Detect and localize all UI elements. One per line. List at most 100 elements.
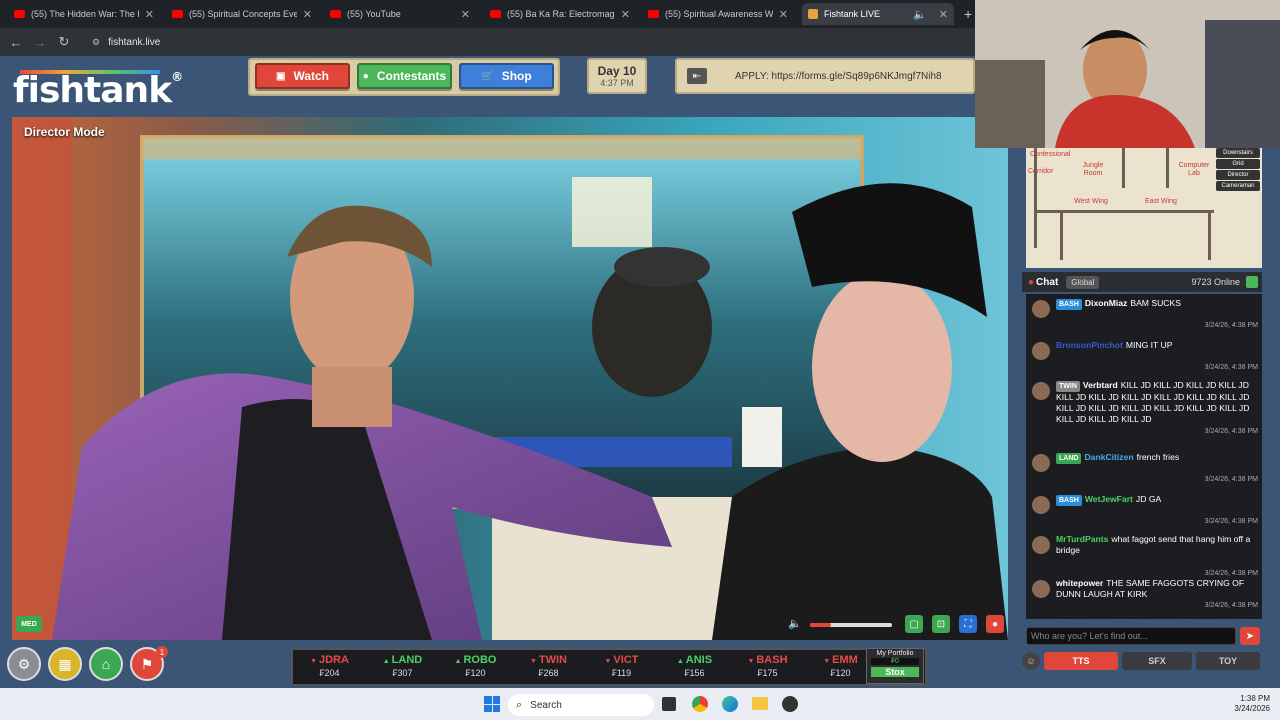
quality-badge[interactable]: MED: [16, 616, 42, 632]
close-tab-icon[interactable]: ✕: [303, 8, 312, 21]
map-cameraman-button[interactable]: Cameraman: [1216, 181, 1260, 191]
apply-banner[interactable]: ⇤ APPLY: https://forms.gle/Sq89p6NKJmgf7…: [675, 58, 975, 94]
reload-icon[interactable]: ↻: [52, 34, 76, 50]
chat-footer: ☺ TTS SFX TOY: [1022, 650, 1262, 672]
stock-ticker[interactable]: ▼ JDRA ₣204 ▲ LAND ₣307 ▲ ROBO ₣120 ▼ TWIN ₣268…: [291, 648, 927, 686]
notification-count-badge: 1: [156, 646, 168, 658]
close-tab-icon[interactable]: ✕: [779, 8, 788, 21]
chat-username[interactable]: MrTurdPants: [1056, 534, 1108, 544]
file-explorer-icon[interactable]: [752, 697, 768, 710]
browser-tab[interactable]: (55) YouTube ✕: [324, 3, 476, 25]
map-room[interactable]: East Wing: [1136, 198, 1186, 206]
close-tab-icon[interactable]: ✕: [145, 8, 154, 21]
back-arrow-icon[interactable]: ←: [4, 35, 28, 50]
stock-price: 204: [324, 668, 340, 678]
chat-text: MING IT UP: [1125, 340, 1173, 350]
webcam-frame: [975, 0, 1280, 148]
browser-tab[interactable]: (55) Spiritual Awareness Will Re✕: [642, 3, 794, 25]
cast-icon[interactable]: ⊡: [932, 615, 950, 633]
stock-item[interactable]: ▼ TWIN ₣268: [512, 650, 585, 684]
stox-button[interactable]: Stox: [871, 667, 919, 677]
tts-button[interactable]: TTS: [1044, 652, 1118, 670]
app-icon[interactable]: [782, 696, 798, 712]
close-tab-icon[interactable]: ✕: [461, 8, 470, 21]
map-room[interactable]: Computer Lab: [1176, 162, 1212, 178]
chrome-icon[interactable]: [692, 696, 708, 712]
chat-username[interactable]: DixonMiaz: [1085, 298, 1128, 308]
avatar[interactable]: [1032, 300, 1050, 318]
person-icon: ●: [362, 70, 369, 82]
emoji-icon[interactable]: ☺: [1022, 652, 1040, 670]
browser-tab[interactable]: (55) Ba Ka Ra: Electromagnetic✕: [484, 3, 636, 25]
chat-username[interactable]: WetJewFart: [1085, 494, 1133, 504]
sfx-button[interactable]: SFX: [1122, 652, 1192, 670]
avatar[interactable]: [1032, 454, 1050, 472]
browser-tab[interactable]: (55) Spiritual Concepts Everyon✕: [166, 3, 318, 25]
system-clock[interactable]: 1:38 PM 3/24/2026: [1220, 694, 1270, 714]
close-tab-icon[interactable]: ✕: [939, 8, 948, 21]
portfolio-widget[interactable]: My Portfolio ₣0 Stox: [866, 648, 924, 684]
avatar[interactable]: [1032, 580, 1050, 598]
chat-username[interactable]: BronsonPinchot: [1056, 340, 1123, 350]
video-player[interactable]: [12, 117, 1008, 640]
fullscreen-icon[interactable]: ⛶: [959, 615, 977, 633]
avatar[interactable]: [1032, 496, 1050, 514]
stock-item[interactable]: ▲ ROBO ₣120: [439, 650, 512, 684]
share-icon[interactable]: [1246, 276, 1258, 288]
task-view-icon[interactable]: [662, 697, 676, 711]
map-room[interactable]: Confessional: [1030, 151, 1070, 159]
map-room[interactable]: Corridor: [1028, 168, 1053, 176]
chat-username[interactable]: DankCitizen: [1084, 452, 1133, 462]
global-chat-tab[interactable]: Global: [1066, 275, 1100, 289]
items-icon[interactable]: ▦: [48, 647, 82, 681]
map-room[interactable]: Jungle Room: [1076, 162, 1110, 178]
map-director-button[interactable]: Director: [1216, 170, 1260, 180]
chat-timestamp: 3/24/26, 4:38 PM: [1204, 518, 1258, 525]
shop-button[interactable]: 🛒 Shop: [459, 63, 554, 89]
avatar[interactable]: [1032, 382, 1050, 400]
chat-message: MrTurdPants what faggot send that hang hi…: [1026, 534, 1262, 577]
taskbar-search[interactable]: ⌕ Search: [508, 694, 654, 716]
chat-text: french fries: [1136, 452, 1180, 462]
stock-item[interactable]: ▲ ANIS ₣156: [658, 650, 731, 684]
browser-tab-active[interactable]: Fishtank LIVE 🔈 ✕: [802, 3, 954, 25]
browser-tab[interactable]: (55) The Hidden War: The Loos✕: [8, 3, 160, 25]
stock-item[interactable]: ▼ JDRA ₣204: [293, 650, 366, 684]
edge-icon[interactable]: [722, 696, 738, 712]
new-tab-button[interactable]: +: [958, 3, 974, 25]
pip-icon[interactable]: ▢: [905, 615, 923, 633]
address-bar[interactable]: ⚙ fishtank.live: [92, 37, 160, 48]
chat-text: BAM SUCKS: [1130, 298, 1181, 308]
fishtank-logo[interactable]: fishtank®: [13, 70, 183, 111]
stock-item[interactable]: ▲ LAND ₣307: [366, 650, 439, 684]
site-info-icon[interactable]: ⚙: [92, 37, 100, 48]
contestants-button[interactable]: ● Contestants: [357, 63, 452, 89]
inventory-icon[interactable]: ⌂: [89, 647, 123, 681]
send-icon[interactable]: ➤: [1240, 627, 1260, 645]
chat-message-list[interactable]: BASH DixonMiaz BAM SUCKS 3/24/26, 4:38 PM Br…: [1026, 294, 1262, 619]
map-room[interactable]: West Wing: [1066, 198, 1116, 206]
settings-gear-icon[interactable]: ⚙: [7, 647, 41, 681]
close-tab-icon[interactable]: ✕: [621, 8, 630, 21]
windows-start-icon[interactable]: [484, 696, 500, 712]
stock-price: 120: [470, 668, 486, 678]
search-icon: ⌕: [516, 698, 523, 711]
avatar[interactable]: [1032, 342, 1050, 360]
arrow-left-icon[interactable]: ⇤: [687, 68, 707, 84]
forward-arrow-icon[interactable]: →: [28, 35, 52, 50]
volume-icon[interactable]: 🔈: [788, 617, 802, 630]
chat-input[interactable]: Who are you? Let's find out...: [1026, 627, 1236, 645]
chat-username[interactable]: Verbtard: [1083, 380, 1118, 390]
avatar[interactable]: [1032, 536, 1050, 554]
map-downstairs-button[interactable]: Downstairs: [1216, 148, 1260, 158]
director-mode-label: Director Mode: [24, 125, 105, 139]
record-icon[interactable]: ●: [986, 615, 1004, 633]
map-grid-button[interactable]: Grid: [1216, 159, 1260, 169]
youtube-icon: [330, 10, 341, 18]
toy-button[interactable]: TOY: [1196, 652, 1260, 670]
stock-item[interactable]: ▼ VICT ₣119: [585, 650, 658, 684]
watch-button[interactable]: ▣ Watch: [255, 63, 350, 89]
speaker-icon[interactable]: 🔈: [913, 8, 927, 21]
chat-username[interactable]: whitepower: [1056, 578, 1103, 588]
stock-item[interactable]: ▼ BASH ₣175: [731, 650, 804, 684]
